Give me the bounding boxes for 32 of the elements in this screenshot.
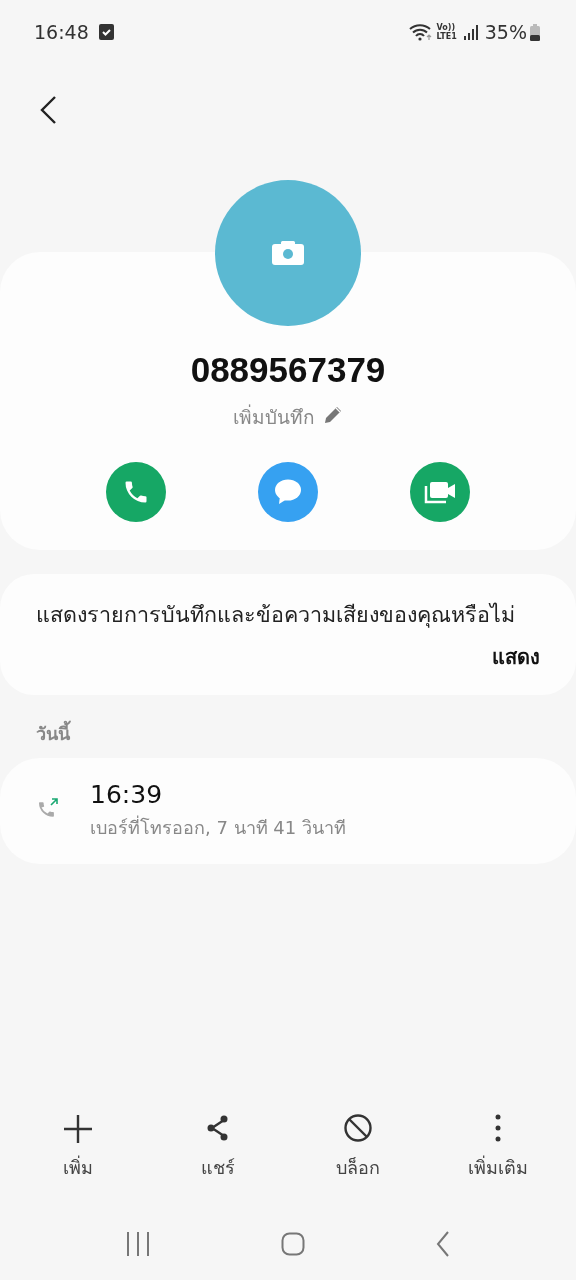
camera-icon (272, 241, 304, 265)
share-button[interactable]: แชร์ (158, 1113, 278, 1182)
pencil-icon (323, 405, 343, 425)
volte-label: Vo)) (436, 23, 456, 32)
add-note-button[interactable]: เพิ่มบันทึก (233, 402, 343, 432)
block-button[interactable]: บล็อก (298, 1113, 418, 1182)
call-button[interactable] (106, 462, 166, 522)
section-header: วันนี้ (36, 719, 576, 748)
call-time: 16:39 (90, 780, 164, 809)
message-button[interactable] (258, 462, 318, 522)
plus-icon (63, 1113, 93, 1143)
show-button[interactable]: แสดง (492, 641, 540, 673)
back-icon[interactable] (436, 1231, 451, 1257)
prompt-text: แสดงรายการบันทึกและข้อความเสียงของคุณหรือไม่ (36, 601, 516, 630)
video-call-button[interactable] (410, 462, 470, 522)
add-button[interactable]: เพิ่ม (18, 1113, 138, 1182)
chat-bubble-icon (273, 478, 303, 506)
home-icon[interactable] (281, 1232, 305, 1256)
video-camera-icon (424, 480, 456, 504)
more-button[interactable]: เพิ่มเติม (438, 1113, 558, 1182)
phone-number: 0889567379 (190, 350, 386, 390)
block-icon (343, 1113, 373, 1143)
network-label: LTE1 (436, 32, 457, 41)
wifi-icon (408, 23, 433, 41)
battery-icon (530, 23, 540, 41)
checkbox-icon (98, 24, 114, 40)
call-detail: เบอร์ที่โทรออก, 7 นาที 41 วินาที (90, 814, 346, 840)
clock: 16:48 (34, 21, 89, 43)
signal-icon (462, 24, 479, 40)
recent-apps-icon[interactable] (125, 1231, 150, 1257)
more-icon (495, 1113, 501, 1143)
battery-percent: 35% (484, 21, 527, 43)
